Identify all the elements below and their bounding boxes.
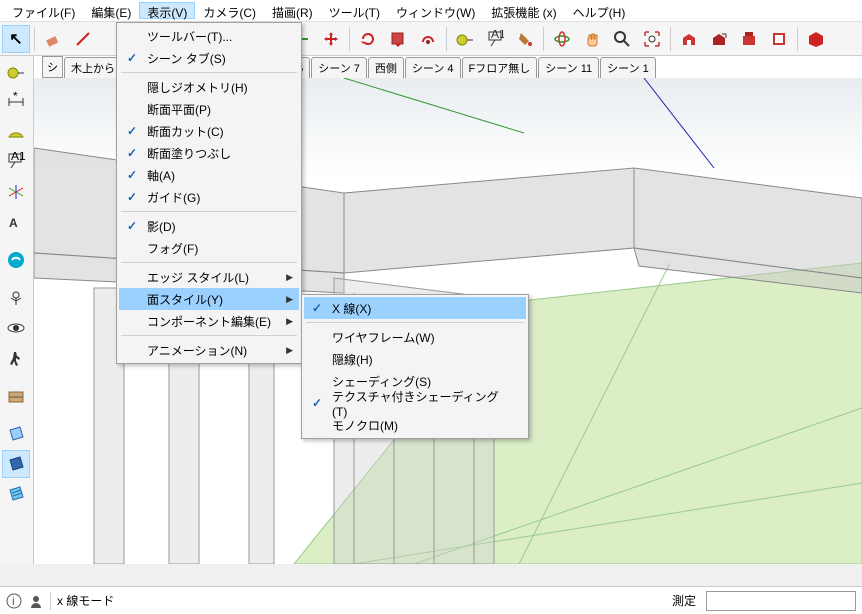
position-camera-button[interactable] (2, 284, 30, 312)
menu-item-section-fill[interactable]: 断面塗りつぶし (119, 142, 299, 164)
menu-separator (121, 335, 297, 336)
section-plane-button[interactable] (2, 382, 30, 410)
info-icon: i (6, 593, 22, 609)
offset-tool-button[interactable] (414, 25, 442, 53)
menu-item-xray[interactable]: X 線(X) (304, 297, 526, 319)
zoom-tool-button[interactable] (608, 25, 636, 53)
separator (797, 27, 798, 51)
menu-item-component-edit[interactable]: コンポーネント編集(E) (119, 310, 299, 332)
menu-item-scene-tabs[interactable]: シーン タブ(S) (119, 47, 299, 69)
tape-tool-button[interactable] (451, 25, 479, 53)
move-tool-button[interactable] (317, 25, 345, 53)
menu-item-axes[interactable]: 軸(A) (119, 164, 299, 186)
scene-tab[interactable]: Fフロア無し (462, 57, 538, 78)
svg-text:A: A (9, 216, 18, 230)
svg-text:A1: A1 (491, 30, 504, 41)
statusbar: i x 線モード 測定 (0, 586, 862, 614)
menu-separator (121, 72, 297, 73)
menu-item-face-style[interactable]: 面スタイル(Y) (119, 288, 299, 310)
measurement-label: 測定 (672, 592, 700, 609)
face-style-submenu: X 線(X) ワイヤフレーム(W) 隠線(H) シェーディング(S) テクスチャ… (301, 294, 529, 439)
followme-tool-button[interactable] (384, 25, 412, 53)
separator (446, 27, 447, 51)
menu-item-section-planes[interactable]: 断面平面(P) (119, 98, 299, 120)
zoom-extents-button[interactable] (638, 25, 666, 53)
menu-window[interactable]: ウィンドウ(W) (388, 2, 483, 19)
menu-item-toolbars[interactable]: ツールバー(T)... (119, 25, 299, 47)
scene-tab[interactable]: 木上から (64, 57, 122, 78)
menu-separator (121, 262, 297, 263)
warehouse-button[interactable] (675, 25, 703, 53)
menu-item-fog[interactable]: フォグ(F) (119, 237, 299, 259)
menu-item-section-cuts[interactable]: 断面カット(C) (119, 120, 299, 142)
toolbar-left: * A1 A (0, 56, 34, 564)
menu-tools[interactable]: ツール(T) (321, 2, 388, 19)
menu-item-guides[interactable]: ガイド(G) (119, 186, 299, 208)
menu-item-shadows[interactable]: 影(D) (119, 215, 299, 237)
svg-text:i: i (12, 594, 15, 608)
menu-item-animation[interactable]: アニメーション(N) (119, 339, 299, 361)
style-shaded-button[interactable] (2, 450, 30, 478)
menu-separator (306, 322, 524, 323)
menu-file[interactable]: ファイル(F) (4, 2, 83, 19)
protractor-button[interactable] (2, 118, 30, 146)
svg-text:*: * (13, 92, 18, 103)
text-tool-left-button[interactable]: A1 (2, 148, 30, 176)
tape-measure-button[interactable] (2, 58, 30, 86)
menu-view[interactable]: 表示(V) (139, 2, 195, 19)
layout-button[interactable] (765, 25, 793, 53)
view-menu-dropdown: ツールバー(T)... シーン タブ(S) 隠しジオメトリ(H) 断面平面(P)… (116, 22, 302, 364)
status-mode-text: x 線モード (57, 592, 114, 609)
menu-item-hiddenline[interactable]: 隠線(H) (304, 348, 526, 370)
svg-text:A1: A1 (11, 152, 26, 163)
extension-warehouse-button[interactable] (735, 25, 763, 53)
menu-extensions[interactable]: 拡張機能 (x) (483, 2, 564, 19)
menu-item-edge-style[interactable]: エッジ スタイル(L) (119, 266, 299, 288)
warehouse-share-button[interactable] (705, 25, 733, 53)
axes-button[interactable] (2, 178, 30, 206)
paint-tool-button[interactable] (511, 25, 539, 53)
menu-help[interactable]: ヘルプ(H) (565, 2, 634, 19)
walk-button[interactable] (2, 344, 30, 372)
orbit-tool-button[interactable] (548, 25, 576, 53)
scene-tab[interactable]: シーン 1 (600, 57, 656, 78)
pan-tool-button[interactable] (578, 25, 606, 53)
menu-draw[interactable]: 描画(R) (264, 2, 321, 19)
eraser-tool-button[interactable] (39, 25, 67, 53)
measurement-input[interactable] (706, 591, 856, 611)
menu-item-wireframe[interactable]: ワイヤフレーム(W) (304, 326, 526, 348)
style-texture-button[interactable] (2, 480, 30, 508)
rotate-tool-button[interactable] (354, 25, 382, 53)
menu-camera[interactable]: カメラ(C) (195, 2, 264, 19)
menu-item-monochrome[interactable]: モノクロ(M) (304, 414, 526, 436)
separator (34, 27, 35, 51)
line-tool-button[interactable] (69, 25, 97, 53)
extension-button[interactable] (802, 25, 830, 53)
menubar: ファイル(F) 編集(E) 表示(V) カメラ(C) 描画(R) ツール(T) … (0, 0, 862, 22)
curic-tool-1-button[interactable] (2, 246, 30, 274)
select-tool-button[interactable] (2, 25, 30, 53)
menu-item-hidden-geometry[interactable]: 隠しジオメトリ(H) (119, 76, 299, 98)
dimension-button[interactable]: * (2, 88, 30, 116)
user-icon[interactable] (28, 593, 44, 609)
style-xray-button[interactable] (2, 420, 30, 448)
menu-separator (121, 211, 297, 212)
3dtext-button[interactable]: A (2, 208, 30, 236)
scene-tab[interactable]: シーン 7 (311, 57, 367, 78)
separator (670, 27, 671, 51)
scene-tab[interactable]: シーン 11 (538, 57, 599, 78)
menu-item-shaded-textures[interactable]: テクスチャ付きシェーディング(T) (304, 392, 526, 414)
scene-tab[interactable]: 西側 (368, 57, 404, 78)
text-tool-button[interactable]: A1 (481, 25, 509, 53)
scene-tab-partial[interactable]: シ (42, 56, 63, 78)
scene-tab[interactable]: シーン 4 (405, 57, 461, 78)
look-around-button[interactable] (2, 314, 30, 342)
separator (543, 27, 544, 51)
menu-edit[interactable]: 編集(E) (83, 2, 139, 19)
separator (349, 27, 350, 51)
separator (50, 592, 51, 610)
